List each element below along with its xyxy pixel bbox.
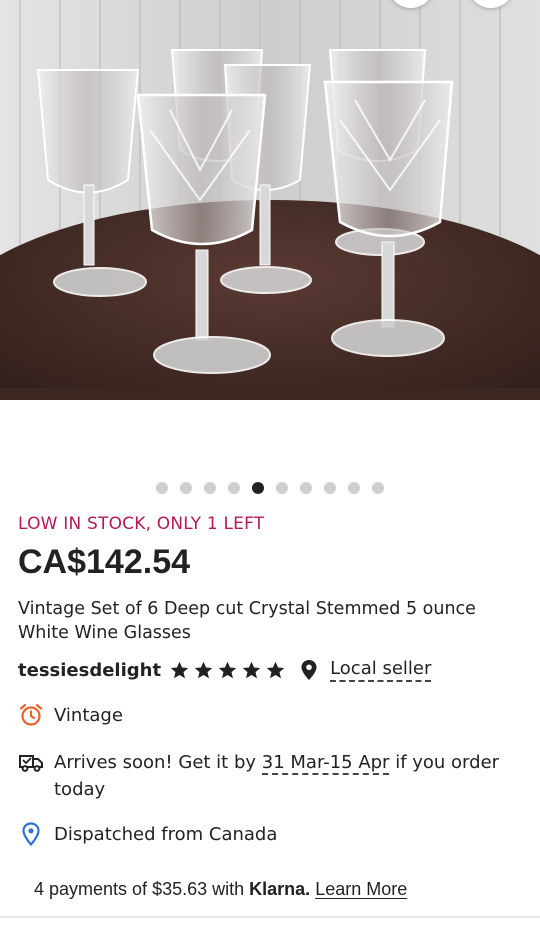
klarna-payment-info: 4 payments of $35.63 with Klarna. Learn … <box>34 879 407 900</box>
learn-more-link[interactable]: Learn More <box>315 879 407 899</box>
carousel-dot[interactable] <box>372 482 384 494</box>
vintage-label: Vintage <box>54 705 123 726</box>
arrival-row: Arrives soon! Get it by 31 Mar-15 Apr if… <box>18 749 524 803</box>
star-icon <box>218 661 237 678</box>
listing-title: Vintage Set of 6 Deep cut Crystal Stemme… <box>18 599 476 643</box>
image-carousel-indicator <box>0 482 540 496</box>
star-icon <box>266 661 285 678</box>
dispatch-row: Dispatched from Canada <box>18 821 524 848</box>
star-icon <box>194 661 213 678</box>
carousel-dot[interactable] <box>324 482 336 494</box>
carousel-dot[interactable] <box>156 482 168 494</box>
carousel-dot[interactable] <box>180 482 192 494</box>
local-seller-link[interactable]: Local seller <box>330 658 432 682</box>
dispatch-location: Dispatched from Canada <box>54 824 278 845</box>
alarm-clock-icon <box>19 703 43 726</box>
carousel-dot[interactable] <box>228 482 240 494</box>
arrival-dates-link[interactable]: 31 Mar-15 Apr <box>261 752 390 775</box>
rating-stars[interactable] <box>169 660 286 681</box>
arrival-prefix: Arrives soon! Get it by <box>54 752 262 773</box>
product-image[interactable] <box>0 0 540 400</box>
carousel-dot[interactable] <box>300 482 312 494</box>
payment-prefix: 4 payments of $35.63 with <box>34 879 250 899</box>
seller-row: tessiesdelight Local seller <box>18 656 432 684</box>
location-pin-icon <box>301 660 317 680</box>
carousel-dot-active[interactable] <box>252 482 264 494</box>
carousel-dot[interactable] <box>348 482 360 494</box>
star-icon <box>170 661 189 678</box>
star-icon <box>242 661 261 678</box>
arrival-estimate: Arrives soon! Get it by 31 Mar-15 Apr if… <box>54 749 524 803</box>
price: CA$142.54 <box>18 543 191 581</box>
delivery-truck-icon <box>19 755 43 772</box>
klarna-logo: Klarna. <box>249 879 311 899</box>
crystal-glasses-illustration <box>0 0 540 400</box>
stock-notice: LOW IN STOCK, ONLY 1 LEFT <box>18 514 265 534</box>
divider <box>0 916 540 918</box>
location-pin-icon <box>22 822 40 847</box>
carousel-dot[interactable] <box>276 482 288 494</box>
carousel-dot[interactable] <box>204 482 216 494</box>
seller-name[interactable]: tessiesdelight <box>18 660 161 681</box>
vintage-row: Vintage <box>18 702 524 729</box>
